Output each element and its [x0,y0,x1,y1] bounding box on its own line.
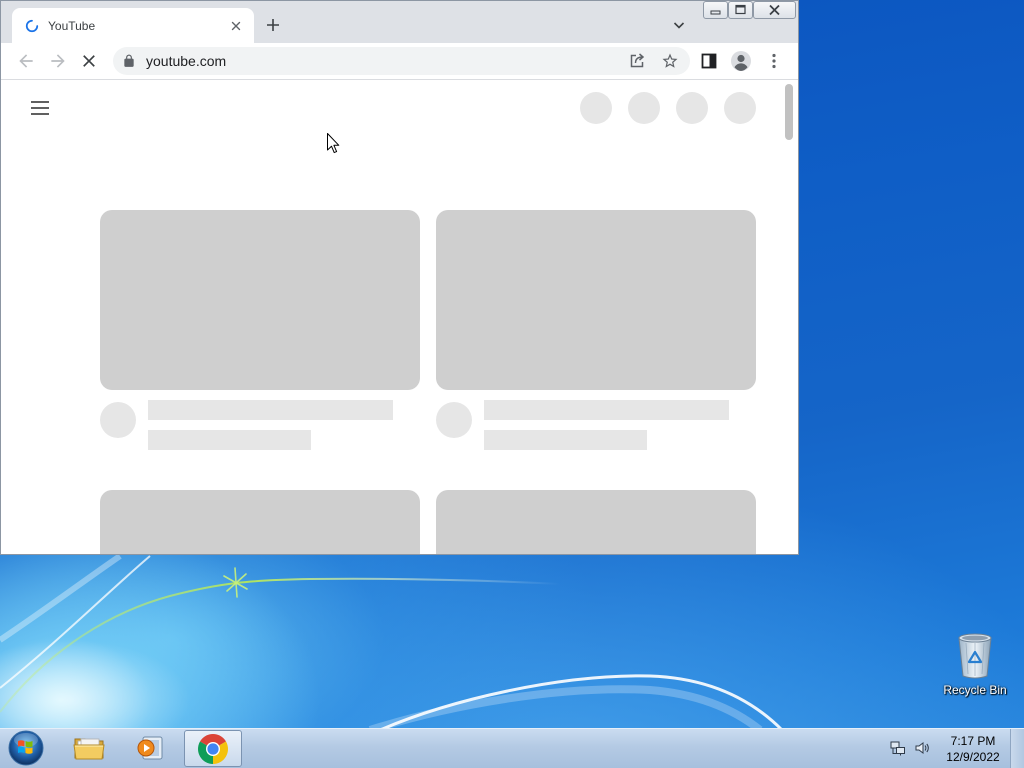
taskbar: 7:17 PM 12/9/2022 [0,728,1024,768]
window-close-button[interactable] [753,1,796,19]
tab-title: YouTube [48,19,96,33]
forward-button[interactable] [48,51,68,71]
share-icon[interactable] [628,52,646,70]
window-maximize-button[interactable] [728,1,753,19]
scrollbar-thumb[interactable] [785,84,793,140]
video-thumbnail-placeholder [436,490,756,554]
new-tab-button[interactable] [264,16,282,34]
video-thumbnail-placeholder [100,490,420,554]
chrome-window: YouTube youtube.com [0,0,799,555]
stop-loading-button[interactable] [79,51,99,71]
tray-volume[interactable] [914,740,930,756]
start-button[interactable] [6,728,46,768]
stop-loading-icon [83,55,95,67]
side-panel-icon [701,53,717,69]
window-minimize-button[interactable] [703,1,728,19]
arrow-back-icon [19,54,33,68]
profile-avatar-icon [731,51,751,71]
maximize-icon [735,4,746,15]
guide-menu-button[interactable] [31,101,49,115]
taskbar-app-explorer[interactable] [73,732,105,764]
clock-date: 12/9/2022 [946,750,1000,764]
mouse-cursor-icon [327,133,340,154]
header-placeholder-circle [580,92,612,124]
address-bar[interactable]: youtube.com [113,47,690,75]
chevron-down-icon [673,22,685,29]
hamburger-line [31,107,49,109]
close-tab-icon [231,21,241,31]
channel-avatar-placeholder [436,402,472,438]
side-panel-button[interactable] [700,52,718,70]
header-placeholder-circle [628,92,660,124]
more-vert-icon [772,53,776,69]
minimize-icon [710,10,721,15]
volume-icon [915,742,929,754]
video-meta-placeholder [484,430,647,450]
profile-button[interactable] [730,50,752,72]
windows-explorer-icon [73,738,105,760]
video-thumbnail-placeholder [100,210,420,390]
channel-avatar-placeholder [100,402,136,438]
browser-toolbar: youtube.com [1,43,798,80]
recycle-bin-icon [958,633,992,679]
tray-clock[interactable]: 7:17 PM 12/9/2022 [940,733,1006,765]
desktop-icon-recycle-bin[interactable]: Recycle Bin [930,628,1020,702]
browser-menu-button[interactable] [765,52,783,70]
hamburger-line [31,113,49,115]
chrome-icon [198,734,228,764]
url-text: youtube.com [146,53,227,69]
plus-icon [267,19,279,31]
network-icon [890,741,905,756]
taskbar-app-chrome[interactable] [184,730,242,767]
video-title-placeholder [484,400,729,420]
lock-icon[interactable] [122,54,136,68]
back-button[interactable] [16,51,36,71]
taskbar-app-media-player[interactable] [134,732,166,764]
loading-spinner-icon [25,19,39,33]
hamburger-line [31,101,49,103]
header-placeholder-circle [724,92,756,124]
page-scrollbar[interactable] [781,80,798,554]
windows-media-player-icon [137,736,163,760]
video-title-placeholder [148,400,393,420]
recycle-bin-label: Recycle Bin [943,683,1007,697]
tab-search-button[interactable] [671,17,687,33]
video-thumbnail-placeholder [436,210,756,390]
header-placeholder-circle [676,92,708,124]
show-desktop-button[interactable] [1010,729,1024,768]
tray-network[interactable] [890,740,906,756]
tab-youtube[interactable]: YouTube [12,8,254,44]
close-icon [769,4,780,16]
clock-time: 7:17 PM [950,734,996,748]
close-tab-button[interactable] [228,18,244,34]
arrow-forward-icon [51,54,65,68]
page-viewport[interactable] [1,80,798,554]
windows-start-orb-icon [8,730,44,766]
star-outline-icon[interactable] [661,52,679,70]
video-meta-placeholder [148,430,311,450]
